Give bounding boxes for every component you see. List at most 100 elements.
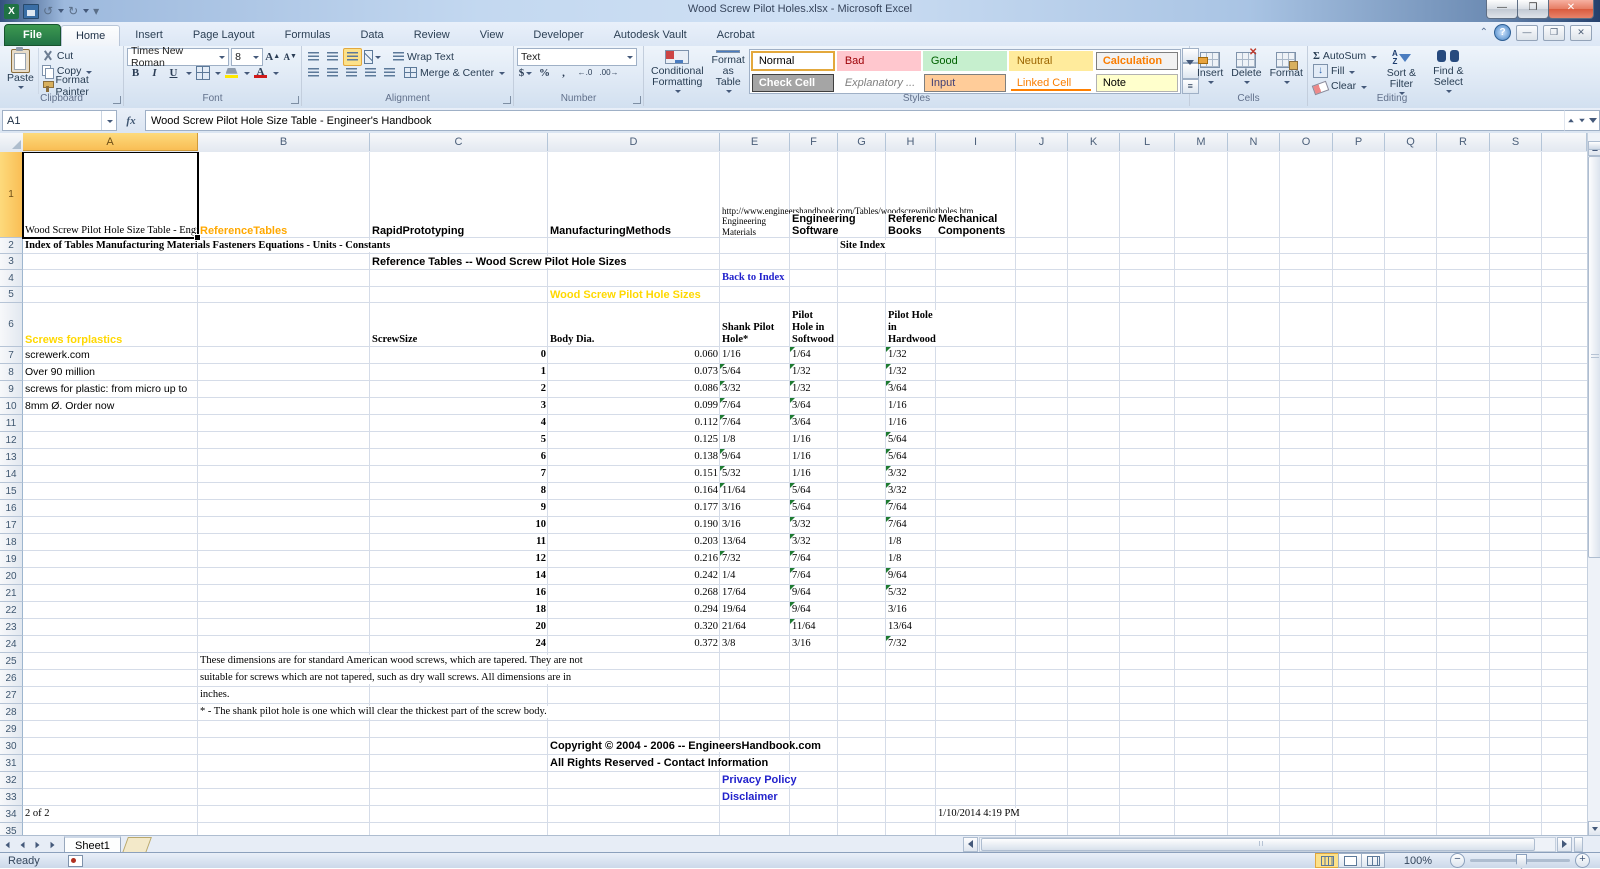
row-header-12[interactable]: 12	[0, 432, 23, 449]
cell-F10[interactable]: 3/64	[790, 398, 837, 414]
merge-center-button[interactable]: Merge & Center	[402, 65, 507, 80]
column-header-partial[interactable]	[1542, 133, 1587, 151]
cell-E19[interactable]: 7/32	[720, 551, 789, 567]
column-header-J[interactable]: J	[1016, 133, 1068, 151]
cell-C14[interactable]: 7	[370, 466, 547, 482]
cell-E24[interactable]: 3/8	[720, 636, 789, 652]
column-header-H[interactable]: H	[886, 133, 936, 151]
horizontal-scrollbar[interactable]	[963, 836, 1584, 852]
alignment-dialog-launcher[interactable]	[503, 96, 511, 104]
row-header-2[interactable]: 2	[0, 238, 23, 254]
column-header-I[interactable]: I	[936, 133, 1016, 151]
cell-H1[interactable]: Reference Books	[886, 152, 941, 237]
cell-D17[interactable]: 0.190	[548, 517, 719, 533]
cell-E33[interactable]: Disclaimer	[720, 789, 789, 805]
number-dialog-launcher[interactable]	[633, 96, 641, 104]
cell-C1[interactable]: RapidPrototyping	[370, 152, 547, 237]
cell-F11[interactable]: 3/64	[790, 415, 837, 431]
conditional-formatting-button[interactable]: Conditional Formatting	[647, 48, 708, 94]
cell-D14[interactable]: 0.151	[548, 466, 719, 482]
fill-button[interactable]: ↓ Fill	[1311, 64, 1379, 79]
row-header-32[interactable]: 32	[0, 772, 23, 789]
cell-A6[interactable]: Screws forplastics	[23, 303, 197, 346]
cell-E22[interactable]: 19/64	[720, 602, 789, 618]
tab-page-layout[interactable]: Page Layout	[178, 24, 270, 46]
decrease-decimal-button[interactable]: .00→	[598, 65, 620, 81]
font-color-button[interactable]: A	[252, 65, 269, 81]
cell-F13[interactable]: 1/16	[790, 449, 837, 465]
row-header-23[interactable]: 23	[0, 619, 23, 636]
zoom-out-button[interactable]: −	[1450, 853, 1465, 868]
cell-style-checkcell[interactable]: Check Cell	[751, 74, 834, 92]
cell-C3[interactable]: Reference Tables -- Wood Screw Pilot Hol…	[370, 254, 628, 269]
cell-B25[interactable]: These dimensions are for standard Americ…	[198, 653, 584, 669]
row-header-11[interactable]: 11	[0, 415, 23, 432]
font-size-select[interactable]: 8	[231, 47, 263, 66]
row-header-26[interactable]: 26	[0, 670, 23, 687]
cell-E17[interactable]: 3/16	[720, 517, 789, 533]
insert-cells-button[interactable]: Insert	[1193, 48, 1227, 94]
row-header-3[interactable]: 3	[0, 254, 23, 270]
row-header-1[interactable]: 1	[0, 152, 23, 238]
cell-D24[interactable]: 0.372	[548, 636, 719, 652]
cell-C16[interactable]: 9	[370, 500, 547, 516]
delete-cells-button[interactable]: Delete	[1227, 47, 1265, 94]
cell-D8[interactable]: 0.073	[548, 364, 719, 380]
sheet-tab[interactable]: Sheet1	[64, 835, 121, 854]
grow-font-button[interactable]: A ▲	[265, 49, 281, 65]
cell-H13[interactable]: 5/64	[886, 449, 935, 465]
cell-B27[interactable]: inches.	[198, 687, 369, 703]
cell-B1[interactable]: ReferenceTables	[198, 152, 369, 237]
sort-filter-button[interactable]: AZ Sort & Filter	[1379, 48, 1424, 95]
cell-E6[interactable]: Shank Pilot Hole*	[720, 303, 789, 346]
row-header-28[interactable]: 28	[0, 704, 23, 721]
prev-sheet-button[interactable]	[15, 837, 30, 852]
percent-style-button[interactable]: %	[536, 65, 553, 81]
tab-file[interactable]: File	[4, 24, 61, 46]
expand-formula-bar-icon[interactable]	[1589, 118, 1598, 123]
cell-A34[interactable]: 2 of 2	[23, 806, 197, 822]
row-header-19[interactable]: 19	[0, 551, 23, 568]
cell-B26[interactable]: suitable for screws which are not tapere…	[198, 670, 573, 686]
page-break-view-button[interactable]	[1361, 853, 1385, 868]
next-sheet-button[interactable]	[30, 837, 45, 852]
cell-A1[interactable]: Wood Screw Pilot Hole Size Table - Engin…	[23, 152, 197, 237]
row-header-6[interactable]: 6	[0, 303, 23, 347]
cell-F1[interactable]: Engineering Software	[790, 152, 856, 237]
cell-style-input[interactable]: Input	[923, 74, 1006, 92]
cell-H12[interactable]: 5/64	[886, 432, 935, 448]
workbook-restore-button[interactable]: ❒	[1543, 24, 1565, 41]
row-header-25[interactable]: 25	[0, 653, 23, 670]
row-header-9[interactable]: 9	[0, 381, 23, 398]
row-header-30[interactable]: 30	[0, 738, 23, 755]
cell-E7[interactable]: 1/16	[720, 347, 789, 363]
row-header-7[interactable]: 7	[0, 347, 23, 364]
font-family-select[interactable]: Times New Roman	[127, 45, 230, 69]
cell-F18[interactable]: 3/32	[790, 534, 837, 550]
cell-G2[interactable]: Site Index	[838, 238, 887, 253]
cell-H22[interactable]: 3/16	[886, 602, 935, 618]
last-sheet-button[interactable]	[45, 837, 60, 852]
row-header-20[interactable]: 20	[0, 568, 23, 585]
cell-F8[interactable]: 1/32	[790, 364, 837, 380]
row-header-24[interactable]: 24	[0, 636, 23, 653]
horizontal-scroll-thumb[interactable]	[980, 837, 1535, 851]
increase-decimal-button[interactable]: ←.0	[574, 65, 596, 81]
cell-E16[interactable]: 3/16	[720, 500, 789, 516]
cell-H20[interactable]: 9/64	[886, 568, 935, 584]
column-header-R[interactable]: R	[1437, 133, 1490, 151]
cell-D31[interactable]: All Rights Reserved - Contact Informatio…	[548, 755, 770, 771]
cell-F15[interactable]: 5/64	[790, 483, 837, 499]
page-layout-view-button[interactable]	[1338, 853, 1362, 868]
help-icon[interactable]: ?	[1494, 24, 1511, 41]
row-header-10[interactable]: 10	[0, 398, 23, 415]
cell-I1[interactable]: Mechanical Components	[936, 152, 1015, 237]
cell-A2[interactable]: Index of Tables Manufacturing Materials …	[23, 238, 392, 253]
cell-H9[interactable]: 3/64	[886, 381, 935, 397]
clear-button[interactable]: Clear	[1311, 79, 1379, 95]
cell-D13[interactable]: 0.138	[548, 449, 719, 465]
cell-F21[interactable]: 9/64	[790, 585, 837, 601]
cell-F6[interactable]: Pilot Hole in Softwood	[790, 303, 837, 346]
cell-E10[interactable]: 7/64	[720, 398, 789, 414]
cell-F24[interactable]: 3/16	[790, 636, 837, 652]
